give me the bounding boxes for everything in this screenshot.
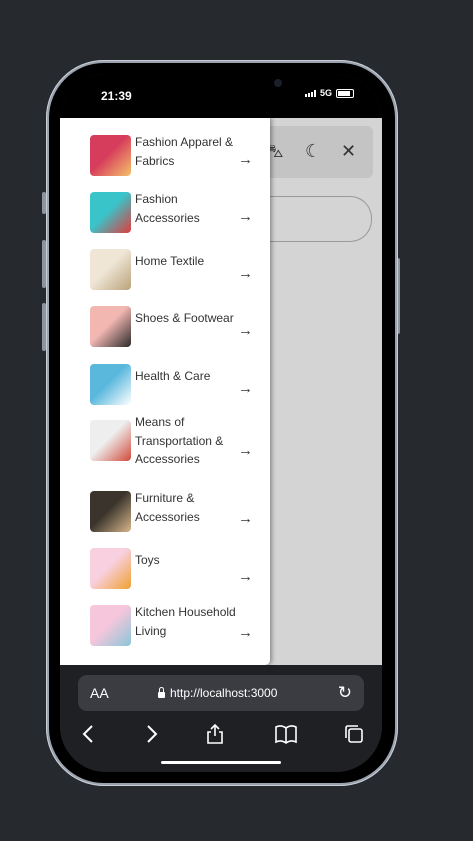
category-thumbnail bbox=[90, 135, 131, 176]
signal-bars-icon bbox=[304, 89, 316, 97]
browser-bar: AA http://localhost:3000 ↻ bbox=[60, 665, 382, 772]
bookmarks-icon[interactable] bbox=[274, 723, 298, 750]
status-bar: 21:39 5G bbox=[60, 74, 382, 118]
reload-icon[interactable]: ↻ bbox=[338, 683, 352, 703]
arrow-right-icon[interactable]: → bbox=[238, 209, 253, 224]
category-label: Kitchen Household Living bbox=[135, 605, 236, 638]
category-label: Toys bbox=[135, 553, 160, 567]
tabs-icon[interactable] bbox=[343, 723, 365, 750]
category-thumbnail bbox=[90, 548, 131, 589]
camera-icon bbox=[274, 79, 282, 87]
category-thumbnail bbox=[90, 249, 131, 290]
category-item[interactable]: Furniture & Accessories → bbox=[90, 489, 260, 535]
url-display: http://localhost:3000 bbox=[158, 686, 277, 700]
notch bbox=[162, 74, 282, 100]
arrow-right-icon[interactable]: → bbox=[238, 625, 253, 640]
category-thumbnail bbox=[90, 420, 131, 461]
share-icon[interactable] bbox=[205, 723, 225, 750]
arrow-right-icon[interactable]: → bbox=[238, 569, 253, 584]
url-text: http://localhost:3000 bbox=[170, 686, 278, 700]
category-thumbnail bbox=[90, 605, 131, 646]
arrow-right-icon[interactable]: → bbox=[238, 323, 253, 338]
forward-button[interactable] bbox=[142, 723, 160, 750]
category-thumbnail bbox=[90, 306, 131, 347]
category-label: Fashion Apparel & Fabrics bbox=[135, 135, 234, 168]
category-item[interactable]: Home Textile → bbox=[90, 247, 260, 293]
lock-icon bbox=[158, 686, 165, 698]
category-label: Health & Care bbox=[135, 369, 211, 383]
category-item[interactable]: Fashion Apparel & Fabrics → bbox=[90, 133, 260, 179]
arrow-right-icon[interactable]: → bbox=[238, 511, 253, 526]
category-label: Home Textile bbox=[135, 254, 205, 268]
battery-icon bbox=[336, 88, 354, 98]
header-toolbar: ⛍ ☾ ✕ bbox=[261, 126, 373, 178]
back-button[interactable] bbox=[80, 723, 98, 750]
status-time: 21:39 bbox=[101, 89, 132, 103]
category-label: Fashion Accessories bbox=[135, 192, 200, 225]
status-indicators: 5G bbox=[304, 88, 354, 98]
close-icon[interactable]: ✕ bbox=[341, 142, 356, 160]
category-item[interactable]: Means of Transportation & Accessories → bbox=[90, 415, 260, 466]
category-thumbnail bbox=[90, 192, 131, 233]
category-item[interactable]: Kitchen Household Living → bbox=[90, 603, 260, 649]
category-item[interactable]: Health & Care → bbox=[90, 362, 260, 408]
network-label: 5G bbox=[319, 88, 332, 98]
phone-screen: ⛍ ☾ ✕ 21:39 5G Fashion Apparel & Fabrics… bbox=[60, 74, 382, 772]
category-item[interactable]: Shoes & Footwear → bbox=[90, 304, 260, 350]
arrow-right-icon[interactable]: → bbox=[238, 381, 253, 396]
category-drawer: Fashion Apparel & Fabrics → Fashion Access… bbox=[60, 118, 270, 665]
search-input[interactable] bbox=[265, 196, 372, 242]
moon-star-icon[interactable]: ☾ bbox=[305, 142, 321, 160]
address-bar[interactable]: AA http://localhost:3000 ↻ bbox=[78, 675, 364, 711]
home-indicator bbox=[161, 761, 281, 764]
arrow-right-icon[interactable]: → bbox=[238, 443, 253, 458]
category-label: Means of Transportation & Accessories bbox=[135, 415, 224, 466]
category-label: Shoes & Footwear bbox=[135, 311, 234, 325]
arrow-right-icon[interactable]: → bbox=[238, 266, 253, 281]
category-thumbnail bbox=[90, 364, 131, 405]
category-label: Furniture & Accessories bbox=[135, 491, 200, 524]
text-size-button[interactable]: AA bbox=[90, 685, 109, 701]
arrow-right-icon[interactable]: → bbox=[238, 152, 253, 167]
category-thumbnail bbox=[90, 491, 131, 532]
category-item[interactable]: Fashion Accessories → bbox=[90, 190, 260, 236]
category-item[interactable]: Toys → bbox=[90, 546, 260, 592]
